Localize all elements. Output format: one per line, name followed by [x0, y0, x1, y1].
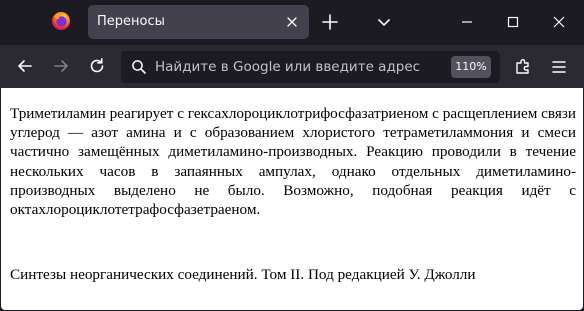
- firefox-logo-icon: [51, 11, 71, 31]
- navigation-toolbar: 110%: [0, 45, 584, 88]
- close-icon[interactable]: [548, 11, 570, 33]
- chevron-down-icon[interactable]: [375, 13, 393, 31]
- zoom-level-button[interactable]: 110%: [451, 56, 491, 78]
- article-paragraph: Триметиламин реагирует с гексахлороцикло…: [10, 105, 576, 219]
- firefox-view-button[interactable]: [16, 12, 34, 30]
- browser-window: Переносы Найдите в Google или введите ад…: [0, 0, 584, 311]
- search-icon: [131, 59, 147, 75]
- maximize-icon[interactable]: [502, 11, 524, 33]
- plus-icon[interactable]: [320, 12, 340, 32]
- url-input[interactable]: [155, 58, 445, 76]
- tab-title: Переносы: [97, 14, 165, 29]
- source-citation: Синтезы неорганических соединений. Том I…: [10, 266, 476, 283]
- address-bar[interactable]: 110%: [121, 51, 500, 83]
- tab-active[interactable]: Переносы: [88, 5, 309, 39]
- minimize-icon[interactable]: [456, 11, 478, 33]
- puzzle-icon[interactable]: [512, 55, 534, 77]
- reload-icon[interactable]: [86, 55, 108, 77]
- arrow-left-icon[interactable]: [14, 55, 36, 77]
- arrow-right-icon[interactable]: [50, 55, 72, 77]
- page-content: Триметиламин реагирует с гексахлороцикло…: [1, 88, 583, 310]
- close-icon[interactable]: [284, 14, 300, 30]
- tab-bar: Переносы: [0, 0, 584, 45]
- hamburger-menu-icon[interactable]: [548, 56, 570, 78]
